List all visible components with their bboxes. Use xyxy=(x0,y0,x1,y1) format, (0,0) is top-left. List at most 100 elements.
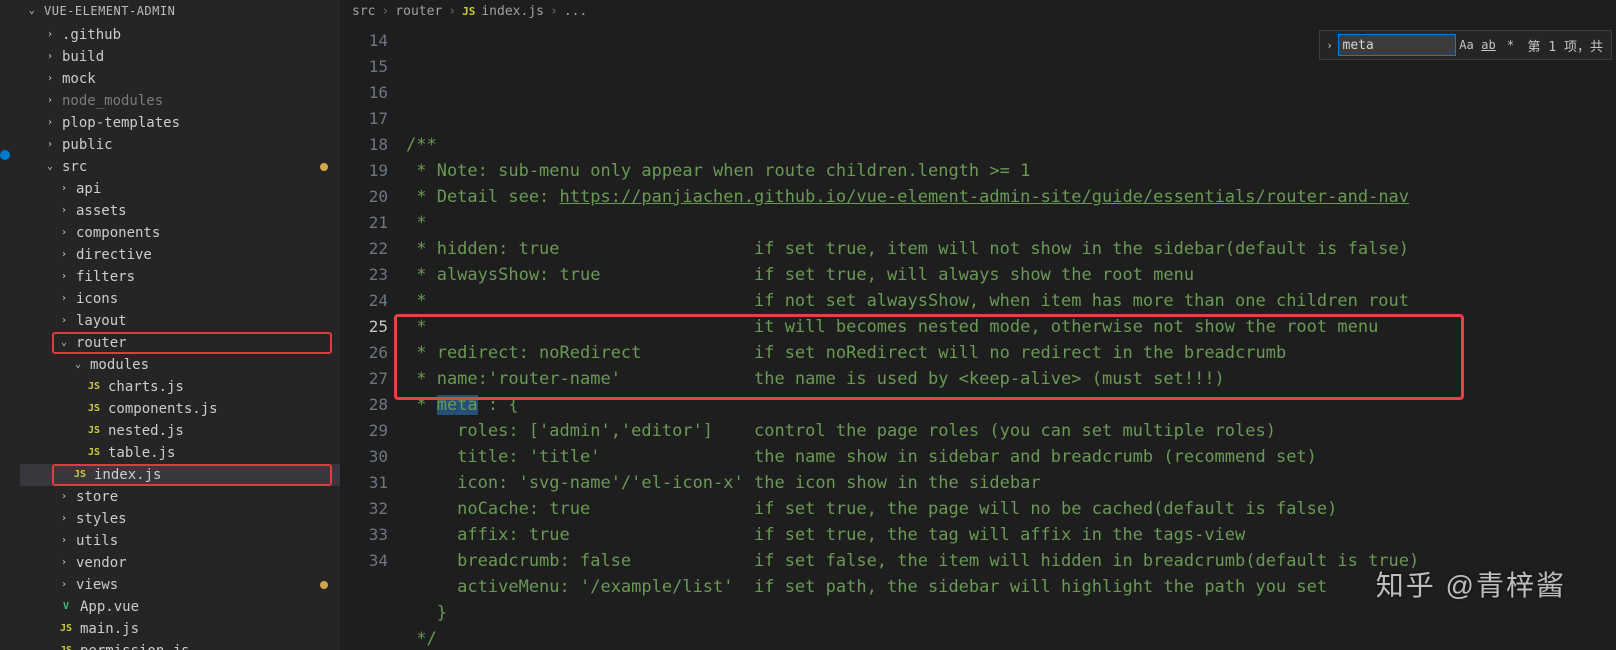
tree-row[interactable]: plop-templates xyxy=(20,112,340,134)
code-line[interactable]: icon: 'svg-name'/'el-icon-x' the icon sh… xyxy=(406,470,1616,496)
code-line[interactable]: * xyxy=(406,210,1616,236)
tree-item-label: charts.js xyxy=(108,376,184,398)
chevron-right-icon[interactable] xyxy=(58,486,70,508)
js-icon: JS xyxy=(86,442,102,464)
tree-row[interactable]: node_modules xyxy=(20,90,340,112)
chevron-right-icon[interactable] xyxy=(44,90,56,112)
tree-row[interactable]: components xyxy=(20,222,340,244)
code-line[interactable] xyxy=(406,106,1616,132)
chevron-down-icon[interactable] xyxy=(58,332,70,354)
code-line[interactable]: */ xyxy=(406,626,1616,650)
badge-icon xyxy=(0,150,10,160)
tree-row[interactable]: views xyxy=(20,574,340,596)
tree-item-label: App.vue xyxy=(80,596,139,618)
tree-row[interactable]: JScharts.js xyxy=(20,376,340,398)
code-line[interactable]: * meta : { xyxy=(406,392,1616,418)
chevron-right-icon[interactable] xyxy=(58,200,70,222)
tree-row[interactable]: vendor xyxy=(20,552,340,574)
code-line[interactable]: * alwaysShow: true if set true, will alw… xyxy=(406,262,1616,288)
tree-row[interactable]: layout xyxy=(20,310,340,332)
code-line[interactable]: roles: ['admin','editor'] control the pa… xyxy=(406,418,1616,444)
editor[interactable]: 1415161718192021222324252627282930313233… xyxy=(340,24,1616,650)
tree-item-label: directive xyxy=(76,244,152,266)
file-tree: .githubbuildmocknode_modulesplop-templat… xyxy=(20,22,340,650)
code-line[interactable]: title: 'title' the name show in sidebar … xyxy=(406,444,1616,470)
tree-item-label: .github xyxy=(62,24,121,46)
tree-row[interactable]: filters xyxy=(20,266,340,288)
code-line[interactable]: affix: true if set true, the tag will af… xyxy=(406,522,1616,548)
tree-row[interactable]: JSmain.js xyxy=(20,618,340,640)
tree-row[interactable]: mock xyxy=(20,68,340,90)
chevron-right-icon[interactable] xyxy=(58,244,70,266)
code-line[interactable]: * hidden: true if set true, item will no… xyxy=(406,236,1616,262)
chevron-right-icon[interactable] xyxy=(44,46,56,68)
chevron-right-icon[interactable] xyxy=(58,310,70,332)
breadcrumb-item[interactable]: src xyxy=(352,0,375,24)
tree-row[interactable]: JS table.js xyxy=(20,442,340,464)
chevron-right-icon[interactable] xyxy=(58,508,70,530)
code-line[interactable]: * Detail see: https://panjiachen.github.… xyxy=(406,184,1616,210)
line-number: 23 xyxy=(340,262,388,288)
tree-row[interactable]: JScomponents.js xyxy=(20,398,340,420)
tree-row[interactable]: JSpermission.js xyxy=(20,640,340,650)
tree-row[interactable]: assets xyxy=(20,200,340,222)
code-area[interactable]: /** * Note: sub-menu only appear when ro… xyxy=(406,24,1616,650)
line-number: 21 xyxy=(340,210,388,236)
tree-row[interactable]: build xyxy=(20,46,340,68)
chevron-right-icon[interactable] xyxy=(44,24,56,46)
code-line[interactable]: * redirect: noRedirect if set noRedirect… xyxy=(406,340,1616,366)
tree-item-label: store xyxy=(76,486,118,508)
tree-item-label: router xyxy=(76,332,127,354)
tree-row[interactable]: public xyxy=(20,134,340,156)
tree-item-label: src xyxy=(62,156,87,178)
chevron-right-icon[interactable] xyxy=(58,574,70,596)
tree-row[interactable]: JSindex.js xyxy=(20,464,340,486)
chevron-right-icon[interactable] xyxy=(58,266,70,288)
code-line[interactable]: * name:'router-name' the name is used by… xyxy=(406,366,1616,392)
tree-row[interactable]: VApp.vue xyxy=(20,596,340,618)
tree-row[interactable]: src xyxy=(20,156,340,178)
tree-row[interactable]: directive xyxy=(20,244,340,266)
tree-item-label: layout xyxy=(76,310,127,332)
tree-row[interactable]: store xyxy=(20,486,340,508)
code-line[interactable]: /** xyxy=(406,132,1616,158)
chevron-right-icon[interactable] xyxy=(44,68,56,90)
regex-button[interactable]: * xyxy=(1500,34,1522,56)
chevron-down-icon[interactable] xyxy=(72,354,84,376)
tree-item-label: table.js xyxy=(108,442,175,464)
line-number: 18 xyxy=(340,132,388,158)
tree-row[interactable]: modules xyxy=(20,354,340,376)
match-word-button[interactable]: ab xyxy=(1478,34,1500,56)
chevron-right-icon[interactable] xyxy=(44,112,56,134)
find-widget[interactable]: › Aa ab * 第 1 项，共 xyxy=(1319,30,1612,60)
code-line[interactable]: * if not set alwaysShow, when item has m… xyxy=(406,288,1616,314)
tree-row[interactable]: .github xyxy=(20,24,340,46)
tree-row[interactable]: JSnested.js xyxy=(20,420,340,442)
code-line[interactable]: * Note: sub-menu only appear when route … xyxy=(406,158,1616,184)
chevron-right-icon: › xyxy=(448,0,456,24)
code-line[interactable]: noCache: true if set true, the page will… xyxy=(406,496,1616,522)
tree-item-label: main.js xyxy=(80,618,139,640)
git-modified-icon xyxy=(320,163,328,171)
chevron-right-icon[interactable] xyxy=(44,134,56,156)
breadcrumb-item[interactable]: index.js xyxy=(481,0,544,24)
project-title[interactable]: ⌄ VUE-ELEMENT-ADMIN xyxy=(20,0,340,22)
chevron-right-icon[interactable] xyxy=(58,530,70,552)
chevron-right-icon[interactable] xyxy=(58,222,70,244)
code-line[interactable]: * it will becomes nested mode, otherwise… xyxy=(406,314,1616,340)
tree-row[interactable]: api xyxy=(20,178,340,200)
line-number: 19 xyxy=(340,158,388,184)
breadcrumb-item[interactable]: router xyxy=(395,0,442,24)
search-input[interactable] xyxy=(1338,34,1456,56)
tree-row[interactable]: styles xyxy=(20,508,340,530)
tree-row[interactable]: icons xyxy=(20,288,340,310)
tree-row[interactable]: utils xyxy=(20,530,340,552)
tree-row[interactable]: router xyxy=(20,332,340,354)
breadcrumb[interactable]: src › router › JS index.js › ... xyxy=(340,0,1616,24)
chevron-right-icon[interactable] xyxy=(58,552,70,574)
chevron-right-icon[interactable] xyxy=(58,288,70,310)
chevron-down-icon[interactable] xyxy=(44,156,56,178)
chevron-right-icon[interactable] xyxy=(58,178,70,200)
chevron-right-icon[interactable]: › xyxy=(1322,39,1338,52)
match-case-button[interactable]: Aa xyxy=(1456,34,1478,56)
